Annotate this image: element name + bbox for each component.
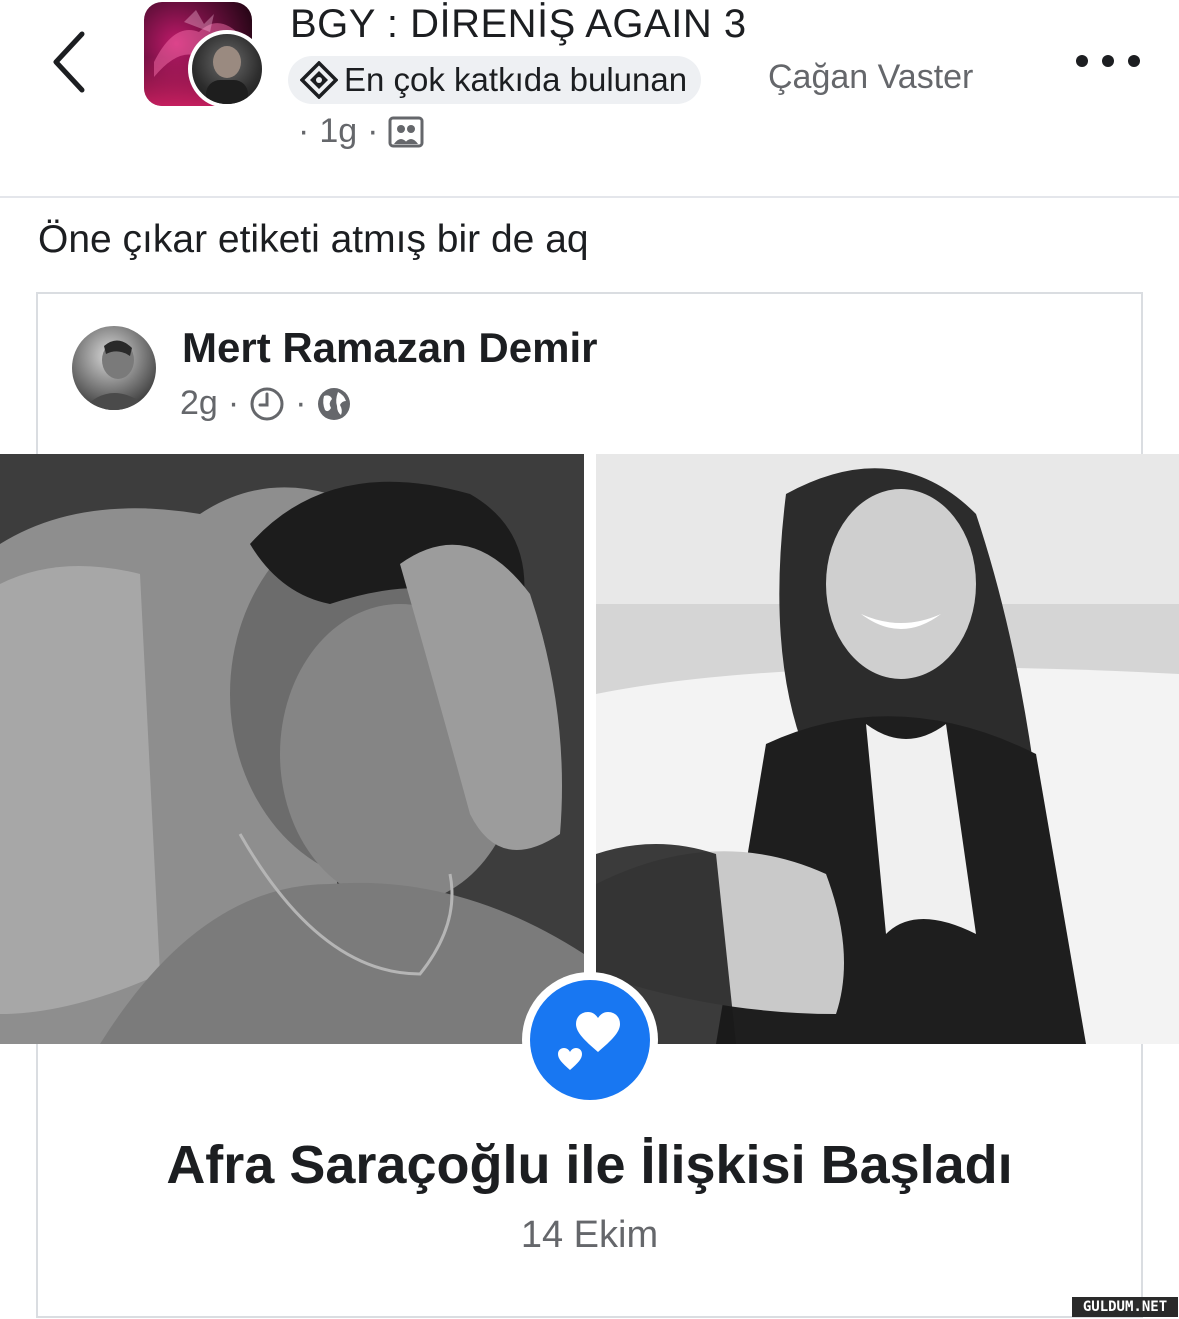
post-meta: · 1g · bbox=[298, 112, 424, 151]
event-photo-left[interactable] bbox=[0, 454, 584, 1044]
meta-separator: · bbox=[295, 384, 307, 422]
shared-author-name[interactable]: Mert Ramazan Demir bbox=[182, 324, 597, 372]
life-event-date: 14 Ekim bbox=[520, 1214, 659, 1256]
post-text: Öne çıkar etiketi atmış bir de aq bbox=[38, 218, 589, 261]
shared-author-avatar[interactable] bbox=[72, 326, 156, 410]
watermark: GULDUM.NET bbox=[1072, 1297, 1178, 1317]
more-options-button[interactable] bbox=[1076, 44, 1140, 78]
meta-separator: · bbox=[298, 112, 310, 150]
header-divider bbox=[0, 196, 1179, 198]
hearts-icon bbox=[558, 1012, 620, 1070]
chevron-left-icon bbox=[53, 31, 85, 93]
meta-separator: · bbox=[367, 112, 379, 150]
shared-post-meta: 2g · · bbox=[180, 384, 352, 423]
meta-separator: · bbox=[227, 384, 240, 422]
life-event-title[interactable]: Afra Saraçoğlu ile İlişkisi Başladı bbox=[0, 1134, 1179, 1196]
back-button[interactable] bbox=[40, 22, 100, 102]
post-author-name[interactable]: Çağan Vaster bbox=[768, 58, 973, 97]
shared-post-time[interactable]: 2g bbox=[180, 384, 218, 423]
life-event-badge bbox=[522, 972, 658, 1108]
globe-icon bbox=[318, 387, 351, 420]
top-contributor-icon bbox=[300, 61, 338, 99]
more-options-icon bbox=[1076, 55, 1088, 67]
group-members-icon bbox=[388, 116, 424, 147]
badge-label: En çok katkıda bulunan bbox=[344, 61, 688, 98]
more-dot bbox=[1128, 55, 1140, 67]
author-avatar[interactable] bbox=[188, 30, 266, 108]
clock-icon bbox=[250, 387, 284, 420]
photo-gap bbox=[584, 454, 596, 1044]
post-time[interactable]: 1g bbox=[319, 112, 357, 151]
top-contributor-badge[interactable]: En çok katkıda bulunan bbox=[288, 56, 702, 104]
group-title[interactable]: BGY : DİRENİŞ AGAIN 3 bbox=[290, 2, 747, 47]
post-header: BGY : DİRENİŞ AGAIN 3 En çok katkıda bul… bbox=[0, 0, 1179, 196]
more-dot bbox=[1102, 55, 1114, 67]
event-photo-right[interactable] bbox=[596, 454, 1179, 1044]
